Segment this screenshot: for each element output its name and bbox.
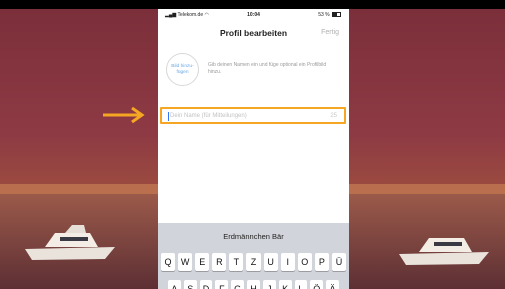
done-button[interactable]: Fertig	[321, 29, 339, 36]
boat-image	[399, 238, 489, 265]
status-bar: ▂▄▆ Telekom.de ◠ 10:04 53 %	[158, 9, 349, 21]
background-left	[0, 9, 158, 289]
profile-hint-text: Gib deinen Namen ein und füge optional e…	[208, 62, 327, 75]
text-cursor	[168, 112, 169, 121]
key[interactable]: F	[215, 280, 229, 289]
battery-icon	[332, 12, 341, 18]
name-placeholder: Dein Name (für Mitteilungen)	[170, 113, 247, 119]
key[interactable]: Q	[161, 253, 176, 271]
char-counter: 25	[330, 113, 337, 119]
key[interactable]: I	[280, 253, 295, 271]
key[interactable]: R	[212, 253, 227, 271]
keyboard-row-1: Q W E R T Z U I O P Ü	[161, 253, 347, 271]
arrow-right-icon	[103, 106, 145, 124]
key[interactable]: A	[168, 280, 181, 289]
key[interactable]: P	[314, 253, 329, 271]
key[interactable]: G	[231, 280, 245, 289]
key[interactable]: W	[178, 253, 193, 271]
key[interactable]: U	[263, 253, 278, 271]
key[interactable]: Z	[246, 253, 261, 271]
key[interactable]: S	[183, 280, 197, 289]
nav-bar: Profil bearbeiten Fertig	[158, 23, 349, 45]
key[interactable]: J	[262, 280, 276, 289]
key[interactable]: Ü	[331, 253, 347, 271]
key[interactable]: Ä	[326, 280, 339, 289]
add-photo-button[interactable]: Bild hinzu-fügen	[166, 53, 199, 86]
name-input[interactable]: Dein Name (für Mitteilungen) 25	[160, 107, 346, 124]
keyboard-row-2: A S D F G H J K L Ö Ä	[168, 280, 339, 289]
key[interactable]: Ö	[310, 280, 324, 289]
key[interactable]: K	[278, 280, 292, 289]
top-black-bar	[0, 0, 505, 9]
video-frame: ▂▄▆ Telekom.de ◠ 10:04 53 % Profil bearb…	[0, 0, 505, 289]
boat-image	[25, 225, 115, 260]
keyboard-suggestion[interactable]: Erdmännchen Bär	[158, 229, 349, 244]
key[interactable]: O	[297, 253, 312, 271]
keyboard: Erdmännchen Bär Q W E R T Z U I O P Ü A …	[158, 223, 349, 289]
phone-screen: ▂▄▆ Telekom.de ◠ 10:04 53 % Profil bearb…	[158, 9, 349, 289]
key[interactable]: T	[229, 253, 244, 271]
key[interactable]: H	[247, 280, 260, 289]
key[interactable]: D	[199, 280, 213, 289]
battery-status: 53 %	[318, 12, 341, 18]
key[interactable]: L	[294, 280, 308, 289]
background-right	[349, 9, 505, 289]
add-photo-label: Bild hinzu-fügen	[171, 64, 194, 75]
key[interactable]: E	[195, 253, 210, 271]
